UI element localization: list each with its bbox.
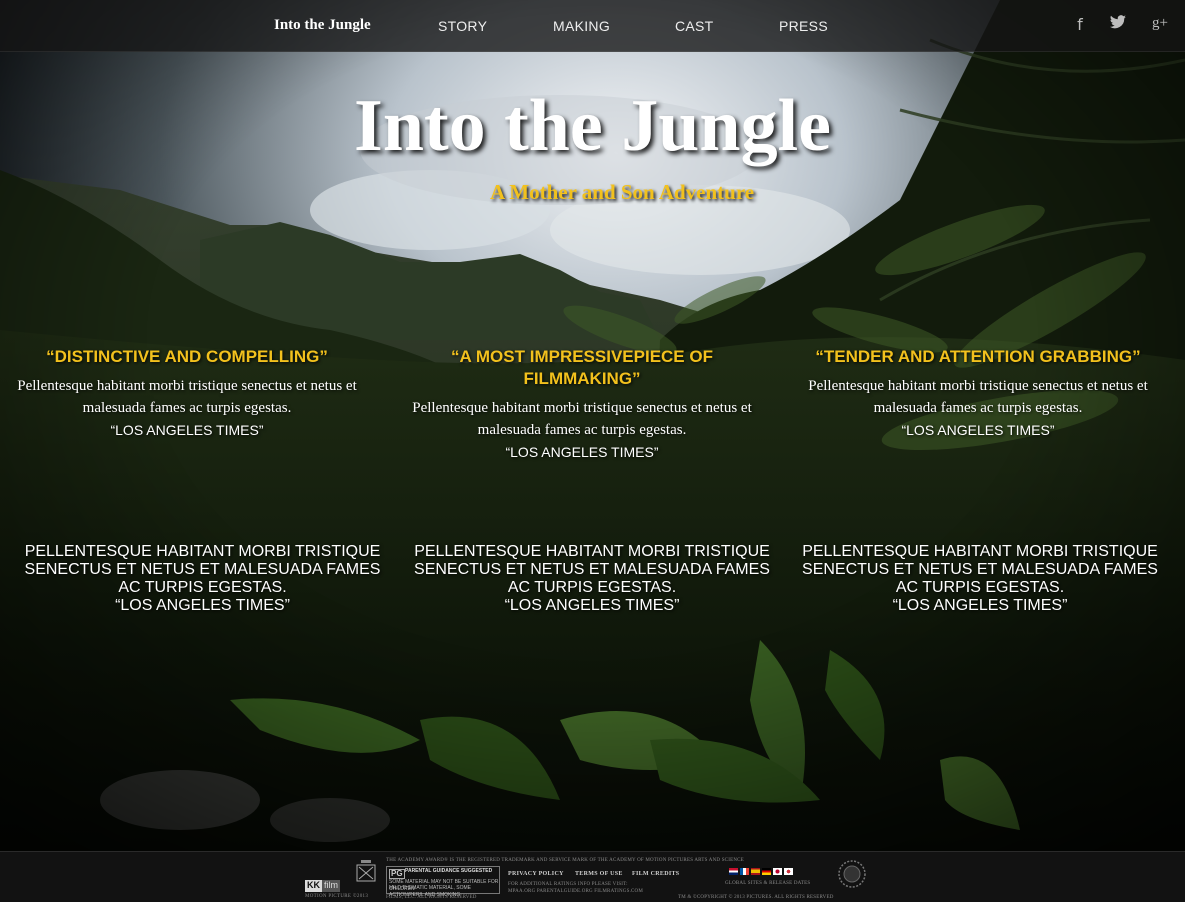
globe-logo xyxy=(837,859,867,889)
flag-germany-icon[interactable] xyxy=(762,868,771,875)
quote-body: Pellentesque habitant morbi tristique se… xyxy=(17,378,357,416)
kk-film-logo: KK film xyxy=(305,880,340,892)
caps-quote-source: “LOS ANGELES TIMES” xyxy=(504,597,680,614)
flag-japan-icon[interactable] xyxy=(773,868,782,875)
nav-link-press[interactable]: PRESS xyxy=(779,18,828,34)
quote-source: “LOS ANGELES TIMES” xyxy=(110,422,264,438)
rating-badge: PG xyxy=(389,869,405,879)
facebook-icon[interactable]: f xyxy=(1070,15,1090,34)
hero-title: Into the Jungle xyxy=(354,85,831,167)
press-quote-1: “DISTINCTIVE AND COMPELLING” Pellentesqu… xyxy=(12,346,362,441)
kk-caption: MOTION PICTURE ©2013 xyxy=(305,894,369,899)
caps-quote-text: PELLENTESQUE HABITANT MORBI TRISTIQUE SE… xyxy=(24,543,381,596)
nav-link-cast[interactable]: CAST xyxy=(675,18,714,34)
academy-notice: THE ACADEMY AWARD® IS THE REGISTERED TRA… xyxy=(386,858,744,863)
quote-source: “LOS ANGELES TIMES” xyxy=(901,422,1055,438)
quote-headline: “A MOST IMPRESSIVEPIECE OF FILMMAKING” xyxy=(451,347,713,388)
copyright-text: TM & ©COPYRIGHT © 2013 PICTURES. ALL RIG… xyxy=(678,895,834,900)
kk-logo-mark: KK xyxy=(305,880,322,892)
caps-quote-source: “LOS ANGELES TIMES” xyxy=(115,597,290,614)
twitter-icon[interactable] xyxy=(1108,15,1128,33)
site-footer: KK film MOTION PICTURE ©2013 THE ACADEMY… xyxy=(0,851,1185,902)
nav-link-story[interactable]: STORY xyxy=(438,18,487,34)
nav-brand-link[interactable]: Into the Jungle xyxy=(274,17,371,34)
caps-quote-text: PELLENTESQUE HABITANT MORBI TRISTIQUE SE… xyxy=(414,543,770,596)
caps-quote-text: PELLENTESQUE HABITANT MORBI TRISTIQUE SE… xyxy=(802,543,1158,596)
quote-body: Pellentesque habitant morbi tristique se… xyxy=(412,400,752,438)
flag-uk-icon[interactable] xyxy=(729,868,738,875)
film-credits-link[interactable]: FILM CREDITS xyxy=(632,871,679,877)
caps-quote-2: PELLENTESQUE HABITANT MORBI TRISTIQUE SE… xyxy=(408,543,776,615)
nav-link-making[interactable]: MAKING xyxy=(553,18,610,34)
mpaa-rating-box: PG PARENTAL GUIDANCE SUGGESTED SOME MATE… xyxy=(386,866,500,898)
studio-seal-logo xyxy=(356,859,376,884)
global-sites-link[interactable]: GLOBAL SITES & RELEASE DATES xyxy=(725,880,810,887)
caps-quote-3: PELLENTESQUE HABITANT MORBI TRISTIQUE SE… xyxy=(796,543,1164,615)
privacy-policy-link[interactable]: PRIVACY POLICY xyxy=(508,871,564,877)
caps-quote-source: “LOS ANGELES TIMES” xyxy=(892,597,1068,614)
flag-france-icon[interactable] xyxy=(740,868,749,875)
country-flags[interactable] xyxy=(729,868,793,875)
top-navigation-bar: Into the Jungle STORY MAKING CAST PRESS … xyxy=(0,0,1185,52)
press-quote-2: “A MOST IMPRESSIVEPIECE OF FILMMAKING” P… xyxy=(406,346,758,463)
ratings-sites-text: MPAA.ORG PARENTALGUIDE.ORG FILMRATINGS.C… xyxy=(508,889,644,894)
press-quote-3: “TENDER AND ATTENTION GRABBING” Pellente… xyxy=(797,346,1159,441)
flag-korea-icon[interactable] xyxy=(784,868,793,875)
rating-line-1: PARENTAL GUIDANCE SUGGESTED xyxy=(405,868,493,874)
hero-subtitle: A Mother and Son Adventure xyxy=(490,180,755,204)
google-plus-icon[interactable]: g+ xyxy=(1150,15,1170,32)
kk-logo-word: film xyxy=(322,880,340,892)
quote-headline: “TENDER AND ATTENTION GRABBING” xyxy=(815,347,1141,366)
flag-spain-icon[interactable] xyxy=(751,868,760,875)
rating-line-3: MILD THEMATIC MATERIAL, SOME ACTION/PERI… xyxy=(389,885,471,898)
quote-body: Pellentesque habitant morbi tristique se… xyxy=(808,378,1148,416)
quote-source: “LOS ANGELES TIMES” xyxy=(505,444,659,460)
terms-of-use-link[interactable]: TERMS OF USE xyxy=(575,871,623,877)
caps-quote-1: PELLENTESQUE HABITANT MORBI TRISTIQUE SE… xyxy=(20,543,385,615)
quote-headline: “DISTINCTIVE AND COMPELLING” xyxy=(46,347,328,366)
ratings-info-text: FOR ADDITIONAL RATINGS INFO PLEASE VISIT… xyxy=(508,882,628,887)
